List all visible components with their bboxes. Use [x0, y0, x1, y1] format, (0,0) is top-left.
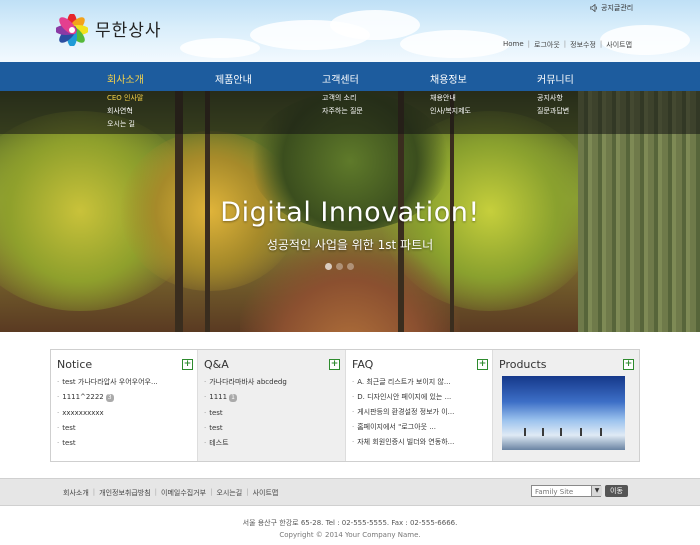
submenu-item-ceo[interactable]: CEO 인사말 [107, 94, 143, 103]
notice-more-icon[interactable]: + [182, 359, 193, 370]
brand-name[interactable]: 무한상사 [95, 16, 162, 41]
qna-more-icon[interactable]: + [329, 359, 340, 370]
footer-bar: 회사소개 | 개인정보취급방침 | 이메일수집거부 | 오시는길 | 사이트맵 … [0, 478, 700, 506]
submenu-item-history[interactable]: 회사연혁 [107, 107, 143, 116]
comment-count-badge: 3 [105, 394, 114, 402]
divider: | [563, 40, 567, 48]
list-item[interactable]: 가나다라마바사 abcdedg [204, 378, 287, 386]
slider-dots [325, 263, 354, 270]
list-item[interactable]: 1111^22223 [57, 393, 158, 402]
header: 무한상사 공지글관리 Home | 로그아웃 | 정보수정 | 사이트맵 [0, 0, 700, 62]
submenu-item-welfare[interactable]: 인사/복지제도 [430, 107, 471, 116]
footer-link-sitemap[interactable]: 사이트맵 [253, 488, 279, 498]
admin-link-label: 공지글관리 [601, 4, 634, 12]
products-panel: Products + [493, 350, 639, 461]
speaker-icon [590, 4, 598, 12]
nav-item-company[interactable]: 회사소개 [107, 71, 144, 86]
qna-list: 가나다라마바사 abcdedg 11111 test test 테스트 [204, 378, 287, 447]
faq-list: A. 최근글 리스트가 보이지 않... D. 디자인시안 페이지에 있는 ..… [352, 378, 454, 446]
list-item[interactable]: 테스트 [204, 439, 287, 447]
nav-item-products[interactable]: 제품안내 [215, 71, 252, 86]
submenu-support: 고객의 소리 자주하는 질문 [322, 94, 363, 116]
submenu-careers: 채용안내 인사/복지제도 [430, 94, 471, 116]
submenu-community: 공지사항 질문과답변 [537, 94, 569, 116]
divider: | [527, 40, 531, 48]
list-item[interactable]: 11111 [204, 393, 287, 402]
list-item[interactable]: A. 최근글 리스트가 보이지 않... [352, 378, 454, 386]
footer-link-email-refusal[interactable]: 이메일수집거부 [161, 488, 206, 498]
footer-link-company[interactable]: 회사소개 [63, 488, 89, 498]
top-link-edit-info[interactable]: 정보수정 [570, 40, 596, 50]
list-item[interactable]: test [57, 424, 158, 432]
cloud-decoration [400, 30, 510, 58]
comment-count-badge: 1 [229, 394, 237, 402]
divider: | [210, 488, 213, 496]
list-item[interactable]: D. 디자인시안 페이지에 있는 ... [352, 393, 454, 401]
nav-submenu: CEO 인사말 회사연혁 오시는 길 고객의 소리 자주하는 질문 채용안내 인… [0, 91, 700, 134]
top-link-home[interactable]: Home [503, 40, 524, 50]
hero-title: Digital Innovation! [220, 197, 480, 228]
faq-more-icon[interactable]: + [477, 359, 488, 370]
main-nav: 회사소개 제품안내 고객센터 채용정보 커뮤니티 [0, 62, 700, 92]
submenu-item-recruit[interactable]: 채용안내 [430, 94, 471, 103]
list-item[interactable]: xxxxxxxxxx [57, 409, 158, 417]
footer-link-directions[interactable]: 오시는길 [216, 488, 242, 498]
submenu-item-qna[interactable]: 질문과답변 [537, 107, 569, 116]
admin-link[interactable]: 공지글관리 [590, 3, 633, 13]
list-item[interactable]: test [204, 424, 287, 432]
product-image[interactable] [502, 376, 625, 450]
list-item[interactable]: test [57, 439, 158, 447]
go-button[interactable]: 이동 [605, 485, 628, 497]
hero-subtitle: 성공적인 사업을 위한 1st 파트너 [266, 238, 434, 252]
slider-dot[interactable] [347, 263, 354, 270]
qna-title: Q&A [204, 358, 229, 371]
nav-item-careers[interactable]: 채용정보 [430, 71, 467, 86]
submenu-item-customer-voice[interactable]: 고객의 소리 [322, 94, 363, 103]
copyright: Copyright © 2014 Your Company Name. [279, 531, 421, 539]
faq-panel: FAQ + A. 최근글 리스트가 보이지 않... D. 디자인시안 페이지에… [346, 350, 492, 461]
list-item[interactable]: 자체 회원인증시 빌더와 연동하... [352, 438, 454, 446]
list-item[interactable]: test [204, 409, 287, 417]
cloud-decoration [330, 10, 420, 40]
top-link-logout[interactable]: 로그아웃 [534, 40, 560, 50]
qna-panel: Q&A + 가나다라마바사 abcdedg 11111 test test 테스… [198, 350, 345, 461]
nav-item-community[interactable]: 커뮤니티 [537, 71, 574, 86]
tree-decoration [580, 428, 582, 436]
submenu-item-directions[interactable]: 오시는 길 [107, 120, 143, 129]
list-item[interactable]: 홈페이지에서 "로그아웃 ... [352, 423, 454, 431]
tree-decoration [560, 428, 562, 436]
tree-decoration [542, 428, 544, 436]
submenu-item-notice[interactable]: 공지사항 [537, 94, 569, 103]
tree-decoration [600, 428, 602, 436]
slider-dot[interactable] [336, 263, 343, 270]
forest-path-decoration [240, 241, 460, 332]
divider: | [246, 488, 249, 496]
list-item[interactable]: test 가나다라압사 우어우어우... [57, 378, 157, 386]
footer-links: 회사소개 | 개인정보취급방침 | 이메일수집거부 | 오시는길 | 사이트맵 [63, 488, 278, 498]
footer-link-privacy[interactable]: 개인정보취급방침 [99, 488, 151, 498]
logo-flower-icon[interactable] [56, 14, 88, 46]
content-panels: Notice + test 가나다라압사 우어우어우... 1111^22223… [50, 349, 640, 462]
cloud-decoration [180, 38, 260, 58]
divider: | [599, 40, 603, 48]
products-title: Products [499, 358, 547, 371]
submenu-company: CEO 인사말 회사연혁 오시는 길 [107, 94, 143, 129]
slider-dot[interactable] [325, 263, 332, 270]
divider: | [154, 488, 158, 496]
submenu-item-faq[interactable]: 자주하는 질문 [322, 107, 363, 116]
chevron-down-icon[interactable]: ▼ [591, 486, 602, 496]
hero-banner: CEO 인사말 회사연혁 오시는 길 고객의 소리 자주하는 질문 채용안내 인… [0, 91, 700, 332]
notice-title: Notice [57, 358, 93, 371]
top-links: Home | 로그아웃 | 정보수정 | 사이트맵 [503, 40, 632, 50]
company-address: 서울 용산구 한강로 65-28. Tel : 02-555-5555. Fax… [242, 519, 458, 527]
nav-item-support[interactable]: 고객센터 [322, 71, 359, 86]
faq-title: FAQ [352, 358, 374, 371]
tree-decoration [524, 428, 526, 436]
list-item[interactable]: 게시판등의 환경설정 정보가 이... [352, 408, 454, 416]
notice-list: test 가나다라압사 우어우어우... 1111^22223 xxxxxxxx… [57, 378, 158, 447]
products-more-icon[interactable]: + [623, 359, 634, 370]
notice-panel: Notice + test 가나다라압사 우어우어우... 1111^22223… [51, 350, 197, 461]
divider: | [92, 488, 96, 496]
top-link-sitemap[interactable]: 사이트맵 [606, 40, 632, 50]
